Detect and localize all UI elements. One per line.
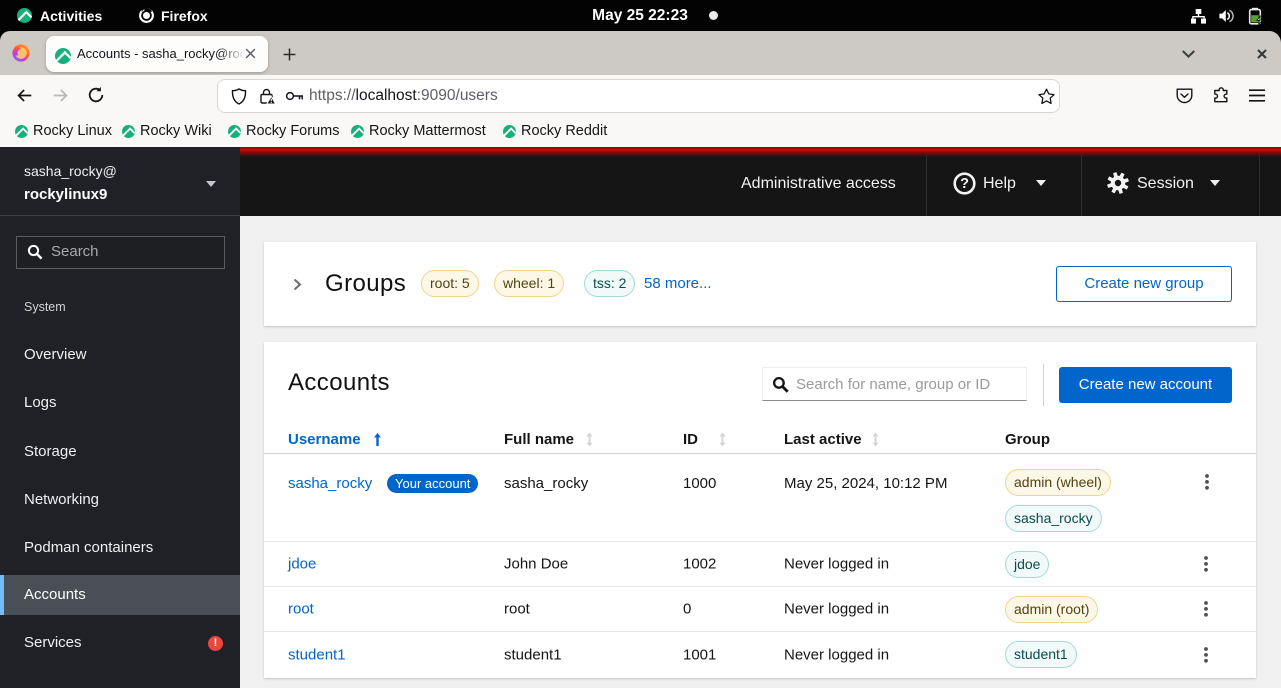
svg-text:?: ? xyxy=(960,176,969,192)
